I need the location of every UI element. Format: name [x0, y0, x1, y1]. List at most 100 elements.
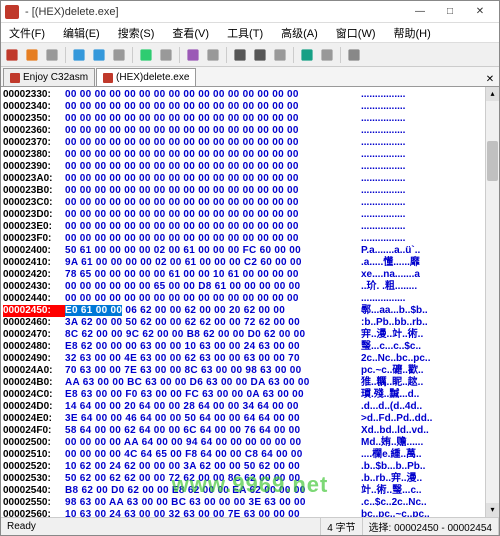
hex-row[interactable]: 00002540:B8 62 00 D0 62 00 00 E8 62 00 0…: [3, 485, 485, 497]
hex-bytes[interactable]: B8 62 00 D0 62 00 00 E8 62 00 00 EA 62 0…: [65, 485, 361, 497]
menu-帮助(H)[interactable]: 帮助(H): [390, 23, 435, 43]
menu-编辑(E)[interactable]: 编辑(E): [59, 23, 104, 43]
hex-ascii[interactable]: ................: [361, 293, 485, 305]
tab-(HEX)delete.exe[interactable]: (HEX)delete.exe: [96, 68, 196, 86]
hex-ascii[interactable]: 竍..術..瑿...c..: [361, 485, 485, 497]
hex-row[interactable]: 00002430:00 00 00 00 00 00 65 00 00 D8 6…: [3, 281, 485, 293]
hex-bytes[interactable]: 00 00 00 00 00 00 00 00 00 00 00 00 00 0…: [65, 113, 361, 125]
maximize-button[interactable]: □: [435, 2, 465, 22]
hex-bytes[interactable]: E0 61 00 00 06 62 00 00 62 00 00 20 62 0…: [65, 305, 361, 317]
hex-ascii[interactable]: xe....na.......a: [361, 269, 485, 281]
hex-bytes[interactable]: 3E 64 00 00 46 64 00 00 50 64 00 00 64 6…: [65, 413, 361, 425]
hex-row[interactable]: 00002510:00 00 00 00 4C 64 65 00 F8 64 0…: [3, 449, 485, 461]
hex-ascii[interactable]: ................: [361, 197, 485, 209]
hex-row[interactable]: 000024A0:70 63 00 00 7E 63 00 00 8C 63 0…: [3, 365, 485, 377]
tab-Enjoy C32asm[interactable]: Enjoy C32asm: [3, 68, 95, 86]
hex-row[interactable]: 00002400:50 61 00 00 00 00 02 00 61 00 0…: [3, 245, 485, 257]
hex-ascii[interactable]: ................: [361, 149, 485, 161]
hex-row[interactable]: 00002350:00 00 00 00 00 00 00 00 00 00 0…: [3, 113, 485, 125]
hex-ascii[interactable]: .d...d..(d..4d..: [361, 401, 485, 413]
hex-bytes[interactable]: E8 62 00 00 00 63 00 00 10 63 00 00 24 6…: [65, 341, 361, 353]
hex-ascii[interactable]: 瑿...c...c..$c..: [361, 341, 485, 353]
hex-row[interactable]: 000024E0:3E 64 00 00 46 64 00 00 50 64 0…: [3, 413, 485, 425]
hex-ascii[interactable]: .b..$b...b..Pb..: [361, 461, 485, 473]
hex-ascii[interactable]: ....欄e.緟..萬..: [361, 449, 485, 461]
close-button[interactable]: ✕: [465, 2, 495, 22]
hex-bytes[interactable]: 00 00 00 00 00 00 65 00 00 D8 61 00 00 0…: [65, 281, 361, 293]
undo-button[interactable]: [137, 46, 155, 64]
hex-ascii[interactable]: P.a.......a..ü`..: [361, 245, 485, 257]
hex-ascii[interactable]: .c..$c..2c..Nc..: [361, 497, 485, 509]
hex-ascii[interactable]: ................: [361, 125, 485, 137]
hex-row[interactable]: 00002550:98 63 00 AA 63 00 00 BC 63 00 0…: [3, 497, 485, 509]
scroll-thumb[interactable]: [487, 141, 498, 181]
scroll-up-button[interactable]: ▴: [486, 87, 499, 101]
hex-bytes[interactable]: 00 00 00 00 00 00 00 00 00 00 00 00 00 0…: [65, 293, 361, 305]
hex-editor[interactable]: 00002330:00 00 00 00 00 00 00 00 00 00 0…: [1, 87, 499, 517]
menu-高级(A)[interactable]: 高级(A): [277, 23, 322, 43]
minimize-button[interactable]: —: [405, 2, 435, 22]
save-button[interactable]: [43, 46, 61, 64]
hex-bytes[interactable]: 9A 61 00 00 00 00 02 00 61 00 00 00 C2 6…: [65, 257, 361, 269]
hex-row[interactable]: 00002520:10 62 00 24 62 00 00 00 3A 62 0…: [3, 461, 485, 473]
redo-button[interactable]: [157, 46, 175, 64]
hex-bytes[interactable]: 3A 62 00 00 50 62 00 00 62 62 00 00 72 6…: [65, 317, 361, 329]
hex-row[interactable]: 000023A0:00 00 00 00 00 00 00 00 00 00 0…: [3, 173, 485, 185]
hex-ascii[interactable]: ................: [361, 161, 485, 173]
hex-ascii[interactable]: .a.....懂......靡: [361, 257, 485, 269]
hex-ascii[interactable]: ................: [361, 173, 485, 185]
hex-ascii[interactable]: bc..pc..~c..pc..: [361, 509, 485, 517]
hex-ascii[interactable]: 2c..Nc..bc..pc..: [361, 353, 485, 365]
menu-窗口(W)[interactable]: 窗口(W): [332, 23, 380, 43]
hex-row[interactable]: 00002370:00 00 00 00 00 00 00 00 00 00 0…: [3, 137, 485, 149]
hex-ascii[interactable]: ................: [361, 185, 485, 197]
hex-row[interactable]: 000024C0:E8 63 00 00 F0 63 00 00 FC 63 0…: [3, 389, 485, 401]
hex-row[interactable]: 000023B0:00 00 00 00 00 00 00 00 00 00 0…: [3, 185, 485, 197]
goto-button[interactable]: [204, 46, 222, 64]
hex-ascii[interactable]: ................: [361, 221, 485, 233]
tab-close-button[interactable]: ✕: [483, 72, 497, 86]
hex-button[interactable]: [298, 46, 316, 64]
hex-row[interactable]: 000024F0:58 64 00 00 62 64 00 00 6C 64 0…: [3, 425, 485, 437]
hex-bytes[interactable]: 58 64 00 00 62 64 00 00 6C 64 00 00 76 6…: [65, 425, 361, 437]
vertical-scrollbar[interactable]: ▴ ▾: [485, 87, 499, 517]
hex-row[interactable]: 00002410:9A 61 00 00 00 00 02 00 61 00 0…: [3, 257, 485, 269]
hex-bytes[interactable]: 32 63 00 00 4E 63 00 00 62 63 00 00 63 0…: [65, 353, 361, 365]
find-button[interactable]: [184, 46, 202, 64]
hex-bytes[interactable]: 98 63 00 AA 63 00 00 BC 63 00 00 00 3E 6…: [65, 497, 361, 509]
asm-button[interactable]: [318, 46, 336, 64]
hex-ascii[interactable]: 猚..糲..眤..趑..: [361, 377, 485, 389]
refresh-button[interactable]: [345, 46, 363, 64]
hex-row[interactable]: 000023F0:00 00 00 00 00 00 00 00 00 00 0…: [3, 233, 485, 245]
menu-文件(F)[interactable]: 文件(F): [5, 23, 49, 43]
hex-bytes[interactable]: 50 62 00 62 62 00 00 72 62 00 00 8C 62 0…: [65, 473, 361, 485]
hex-bytes[interactable]: 00 00 00 00 00 00 00 00 00 00 00 00 00 0…: [65, 101, 361, 113]
prev-button[interactable]: [251, 46, 269, 64]
hex-ascii[interactable]: .b..rb..宑..漫..: [361, 473, 485, 485]
hex-bytes[interactable]: 00 00 00 00 00 00 00 00 00 00 00 00 00 0…: [65, 173, 361, 185]
bookmark-button[interactable]: [231, 46, 249, 64]
hex-row[interactable]: 00002470:8C 62 00 00 9C 62 00 00 B8 62 0…: [3, 329, 485, 341]
hex-row[interactable]: 00002480:E8 62 00 00 00 63 00 00 10 63 0…: [3, 341, 485, 353]
menu-搜索(S)[interactable]: 搜索(S): [114, 23, 159, 43]
hex-ascii[interactable]: Xd..bd..ld..vd..: [361, 425, 485, 437]
hex-ascii[interactable]: ................: [361, 233, 485, 245]
hex-ascii[interactable]: 鄩...aa...b..$b..: [361, 305, 485, 317]
hex-ascii[interactable]: ..玠. .粗........: [361, 281, 485, 293]
hex-row[interactable]: 000023D0:00 00 00 00 00 00 00 00 00 00 0…: [3, 209, 485, 221]
hex-bytes[interactable]: 00 00 00 00 00 00 00 00 00 00 00 00 00 0…: [65, 137, 361, 149]
paste-button[interactable]: [110, 46, 128, 64]
hex-row[interactable]: 000024B0:AA 63 00 00 BC 63 00 00 D6 63 0…: [3, 377, 485, 389]
next-button[interactable]: [271, 46, 289, 64]
hex-bytes[interactable]: 00 00 00 00 00 00 00 00 00 00 00 00 00 0…: [65, 221, 361, 233]
hex-row[interactable]: 00002330:00 00 00 00 00 00 00 00 00 00 0…: [3, 89, 485, 101]
hex-row[interactable]: 00002340:00 00 00 00 00 00 00 00 00 00 0…: [3, 101, 485, 113]
hex-bytes[interactable]: 00 00 00 00 00 00 00 00 00 00 00 00 00 0…: [65, 185, 361, 197]
hex-bytes[interactable]: 00 00 00 00 4C 64 65 00 F8 64 00 00 C8 6…: [65, 449, 361, 461]
hex-ascii[interactable]: 瑻.⁮殘..黬...d..: [361, 389, 485, 401]
hex-ascii[interactable]: pc.~c..礳..歡..: [361, 365, 485, 377]
new-button[interactable]: [3, 46, 21, 64]
hex-bytes[interactable]: 50 61 00 00 00 00 02 00 61 00 00 00 FC 6…: [65, 245, 361, 257]
hex-bytes[interactable]: 8C 62 00 00 9C 62 00 00 B8 62 00 00 D0 6…: [65, 329, 361, 341]
hex-ascii[interactable]: 宑..漫..竍..術..: [361, 329, 485, 341]
